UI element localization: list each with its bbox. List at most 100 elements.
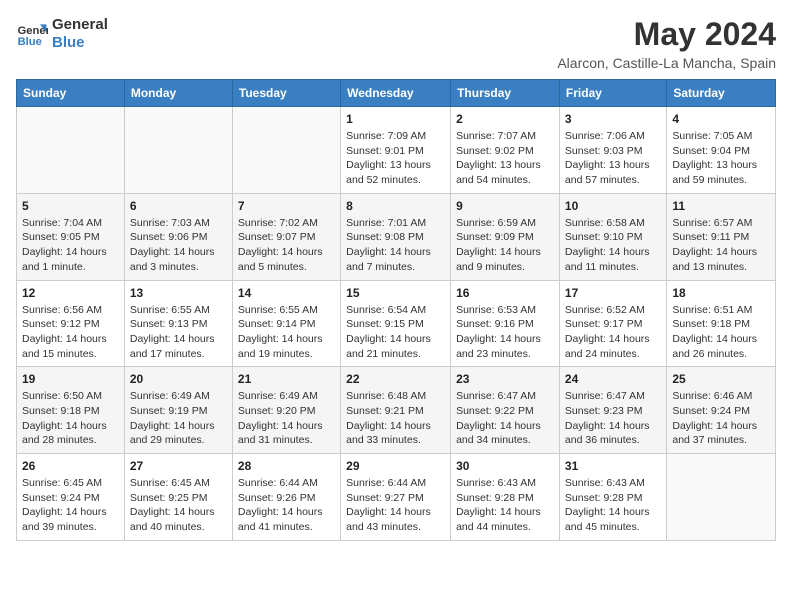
calendar-cell: 2 Sunrise: 7:07 AM Sunset: 9:02 PM Daylig… (451, 107, 560, 194)
calendar-week-row: 12 Sunrise: 6:56 AM Sunset: 9:12 PM Dayli… (17, 280, 776, 367)
day-info: Sunrise: 6:49 AM Sunset: 9:20 PM Dayligh… (238, 389, 335, 448)
day-info: Sunrise: 6:47 AM Sunset: 9:23 PM Dayligh… (565, 389, 661, 448)
calendar-cell: 1Sunrise: 7:09 AM Sunset: 9:01 PM Daylig… (341, 107, 451, 194)
day-number: 15 (346, 286, 445, 300)
day-info: Sunrise: 6:55 AM Sunset: 9:14 PM Dayligh… (238, 303, 335, 362)
calendar-header-row: SundayMondayTuesdayWednesdayThursdayFrid… (17, 80, 776, 107)
title-block: May 2024 Alarcon, Castille-La Mancha, Sp… (557, 16, 776, 71)
calendar-cell (17, 107, 125, 194)
day-number: 16 (456, 286, 554, 300)
calendar-day-header: Tuesday (232, 80, 340, 107)
day-info: Sunrise: 6:57 AM Sunset: 9:11 PM Dayligh… (672, 216, 770, 275)
calendar-cell: 30Sunrise: 6:43 AM Sunset: 9:28 PM Dayli… (451, 454, 560, 541)
day-number: 25 (672, 372, 770, 386)
calendar-cell: 25 Sunrise: 6:46 AM Sunset: 9:24 PM Dayli… (667, 367, 776, 454)
calendar-cell: 3 Sunrise: 7:06 AM Sunset: 9:03 PM Daylig… (559, 107, 666, 194)
day-info: Sunrise: 7:05 AM Sunset: 9:04 PM Dayligh… (672, 129, 770, 188)
day-number: 1 (346, 112, 445, 126)
day-number: 27 (130, 459, 227, 473)
day-info: Sunrise: 6:47 AM Sunset: 9:22 PM Dayligh… (456, 389, 554, 448)
calendar-cell: 20Sunrise: 6:49 AM Sunset: 9:19 PM Dayli… (124, 367, 232, 454)
day-info: Sunrise: 6:51 AM Sunset: 9:18 PM Dayligh… (672, 303, 770, 362)
day-number: 3 (565, 112, 661, 126)
svg-text:Blue: Blue (18, 36, 42, 48)
calendar-day-header: Thursday (451, 80, 560, 107)
month-title: May 2024 (557, 16, 776, 53)
day-number: 29 (346, 459, 445, 473)
day-info: Sunrise: 6:45 AM Sunset: 9:24 PM Dayligh… (22, 476, 119, 535)
day-number: 26 (22, 459, 119, 473)
day-number: 21 (238, 372, 335, 386)
day-number: 22 (346, 372, 445, 386)
day-info: Sunrise: 7:07 AM Sunset: 9:02 PM Dayligh… (456, 129, 554, 188)
day-number: 17 (565, 286, 661, 300)
page-header: General Blue General Blue May 2024 Alarc… (16, 16, 776, 71)
calendar-week-row: 19 Sunrise: 6:50 AM Sunset: 9:18 PM Dayli… (17, 367, 776, 454)
day-info: Sunrise: 6:44 AM Sunset: 9:26 PM Dayligh… (238, 476, 335, 535)
calendar-cell: 31Sunrise: 6:43 AM Sunset: 9:28 PM Dayli… (559, 454, 666, 541)
calendar-day-header: Saturday (667, 80, 776, 107)
day-number: 13 (130, 286, 227, 300)
day-info: Sunrise: 7:04 AM Sunset: 9:05 PM Dayligh… (22, 216, 119, 275)
calendar-day-header: Friday (559, 80, 666, 107)
day-info: Sunrise: 6:54 AM Sunset: 9:15 PM Dayligh… (346, 303, 445, 362)
calendar-cell: 19 Sunrise: 6:50 AM Sunset: 9:18 PM Dayli… (17, 367, 125, 454)
logo-blue: Blue (52, 34, 108, 52)
calendar-cell: 15 Sunrise: 6:54 AM Sunset: 9:15 PM Dayli… (341, 280, 451, 367)
calendar-cell: 7Sunrise: 7:02 AM Sunset: 9:07 PM Daylig… (232, 193, 340, 280)
day-number: 10 (565, 199, 661, 213)
calendar-cell: 21 Sunrise: 6:49 AM Sunset: 9:20 PM Dayli… (232, 367, 340, 454)
calendar-cell: 11 Sunrise: 6:57 AM Sunset: 9:11 PM Dayli… (667, 193, 776, 280)
day-number: 2 (456, 112, 554, 126)
day-number: 28 (238, 459, 335, 473)
day-info: Sunrise: 7:03 AM Sunset: 9:06 PM Dayligh… (130, 216, 227, 275)
day-info: Sunrise: 6:46 AM Sunset: 9:24 PM Dayligh… (672, 389, 770, 448)
calendar-cell: 22Sunrise: 6:48 AM Sunset: 9:21 PM Dayli… (341, 367, 451, 454)
calendar-cell: 28 Sunrise: 6:44 AM Sunset: 9:26 PM Dayli… (232, 454, 340, 541)
calendar-cell: 18Sunrise: 6:51 AM Sunset: 9:18 PM Dayli… (667, 280, 776, 367)
day-info: Sunrise: 6:52 AM Sunset: 9:17 PM Dayligh… (565, 303, 661, 362)
logo-icon: General Blue (16, 18, 48, 50)
day-number: 9 (456, 199, 554, 213)
calendar-table: SundayMondayTuesdayWednesdayThursdayFrid… (16, 79, 776, 541)
calendar-cell: 8 Sunrise: 7:01 AM Sunset: 9:08 PM Daylig… (341, 193, 451, 280)
calendar-week-row: 1Sunrise: 7:09 AM Sunset: 9:01 PM Daylig… (17, 107, 776, 194)
day-info: Sunrise: 6:56 AM Sunset: 9:12 PM Dayligh… (22, 303, 119, 362)
day-info: Sunrise: 7:02 AM Sunset: 9:07 PM Dayligh… (238, 216, 335, 275)
day-number: 30 (456, 459, 554, 473)
day-info: Sunrise: 6:50 AM Sunset: 9:18 PM Dayligh… (22, 389, 119, 448)
day-info: Sunrise: 7:06 AM Sunset: 9:03 PM Dayligh… (565, 129, 661, 188)
calendar-cell: 26 Sunrise: 6:45 AM Sunset: 9:24 PM Dayli… (17, 454, 125, 541)
calendar-body: 1Sunrise: 7:09 AM Sunset: 9:01 PM Daylig… (17, 107, 776, 541)
calendar-day-header: Monday (124, 80, 232, 107)
calendar-cell: 17 Sunrise: 6:52 AM Sunset: 9:17 PM Dayli… (559, 280, 666, 367)
day-info: Sunrise: 6:44 AM Sunset: 9:27 PM Dayligh… (346, 476, 445, 535)
calendar-cell: 10 Sunrise: 6:58 AM Sunset: 9:10 PM Dayli… (559, 193, 666, 280)
day-number: 23 (456, 372, 554, 386)
calendar-cell (667, 454, 776, 541)
calendar-cell: 27Sunrise: 6:45 AM Sunset: 9:25 PM Dayli… (124, 454, 232, 541)
calendar-cell: 4Sunrise: 7:05 AM Sunset: 9:04 PM Daylig… (667, 107, 776, 194)
day-number: 19 (22, 372, 119, 386)
day-info: Sunrise: 7:01 AM Sunset: 9:08 PM Dayligh… (346, 216, 445, 275)
day-number: 20 (130, 372, 227, 386)
calendar-week-row: 26 Sunrise: 6:45 AM Sunset: 9:24 PM Dayli… (17, 454, 776, 541)
day-number: 31 (565, 459, 661, 473)
calendar-cell: 29 Sunrise: 6:44 AM Sunset: 9:27 PM Dayli… (341, 454, 451, 541)
logo: General Blue General Blue (16, 16, 108, 52)
calendar-cell: 14 Sunrise: 6:55 AM Sunset: 9:14 PM Dayli… (232, 280, 340, 367)
location-title: Alarcon, Castille-La Mancha, Spain (557, 55, 776, 71)
day-number: 12 (22, 286, 119, 300)
day-info: Sunrise: 6:59 AM Sunset: 9:09 PM Dayligh… (456, 216, 554, 275)
calendar-week-row: 5 Sunrise: 7:04 AM Sunset: 9:05 PM Daylig… (17, 193, 776, 280)
calendar-cell: 9 Sunrise: 6:59 AM Sunset: 9:09 PM Daylig… (451, 193, 560, 280)
day-number: 11 (672, 199, 770, 213)
calendar-cell: 16Sunrise: 6:53 AM Sunset: 9:16 PM Dayli… (451, 280, 560, 367)
day-number: 14 (238, 286, 335, 300)
calendar-cell: 12 Sunrise: 6:56 AM Sunset: 9:12 PM Dayli… (17, 280, 125, 367)
calendar-cell: 24Sunrise: 6:47 AM Sunset: 9:23 PM Dayli… (559, 367, 666, 454)
day-number: 8 (346, 199, 445, 213)
day-number: 5 (22, 199, 119, 213)
day-info: Sunrise: 6:58 AM Sunset: 9:10 PM Dayligh… (565, 216, 661, 275)
calendar-cell: 5 Sunrise: 7:04 AM Sunset: 9:05 PM Daylig… (17, 193, 125, 280)
